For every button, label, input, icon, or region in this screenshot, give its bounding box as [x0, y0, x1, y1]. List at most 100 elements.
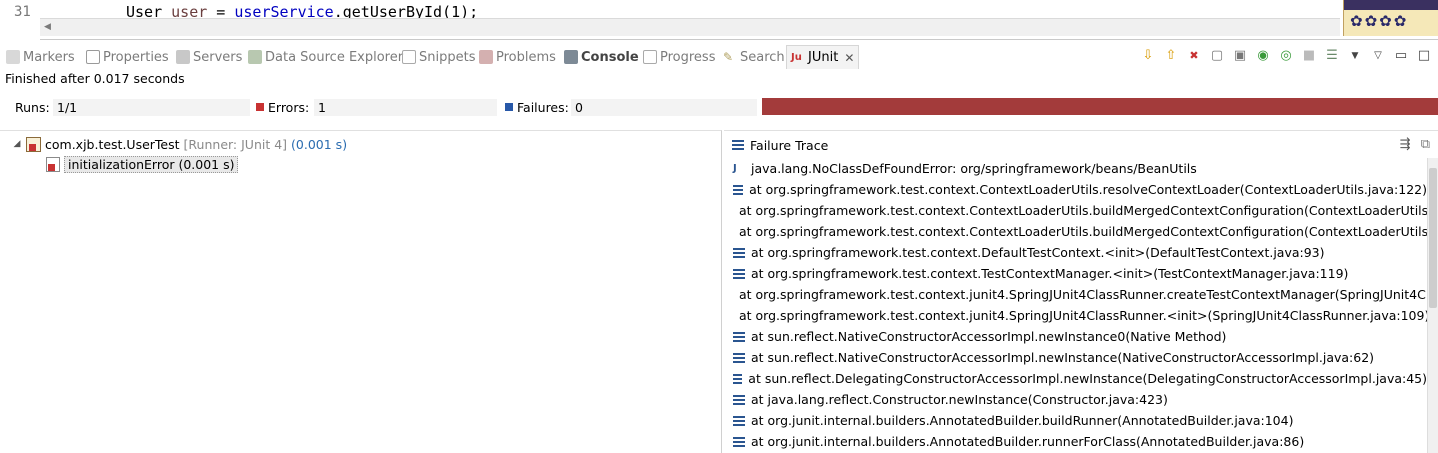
tab-console[interactable]: Console	[564, 47, 639, 67]
next-failure-icon[interactable]: ⇩	[1140, 48, 1156, 64]
failures-label: Failures:	[517, 100, 569, 115]
suite-time: (0.001 s)	[291, 136, 348, 152]
test-tree-pane: ◢ com.xjb.test.UserTest [Runner: JUnit 4…	[0, 130, 722, 453]
trace-frame-row[interactable]: at org.springframework.test.context.Cont…	[724, 221, 1427, 242]
history-icon[interactable]: ☰	[1324, 48, 1340, 64]
runs-value: 1/1	[53, 99, 250, 116]
trace-line-text: at org.junit.internal.builders.Annotated…	[751, 413, 1294, 428]
failure-trace-title: Failure Trace	[750, 137, 829, 153]
minimize-icon[interactable]: ▭	[1393, 48, 1409, 64]
console-icon	[564, 50, 578, 64]
trace-line-text: at org.springframework.test.context.Cont…	[739, 203, 1427, 218]
tab-label: Servers	[193, 49, 243, 65]
tab-progress[interactable]: Progress	[643, 47, 715, 67]
trace-toolbar: ⇶ ⧉	[1400, 137, 1430, 152]
junit-icon: Ju	[791, 51, 802, 63]
trace-frame-row[interactable]: at org.springframework.test.context.Cont…	[724, 179, 1427, 200]
show-failures-only-icon[interactable]: ✖	[1186, 48, 1202, 64]
scroll-lock-icon[interactable]: ▢	[1209, 48, 1225, 64]
stack-frame-icon	[733, 352, 745, 363]
trace-frame-row[interactable]: at org.springframework.test.context.Cont…	[724, 200, 1427, 221]
trace-frame-row[interactable]: at sun.reflect.NativeConstructorAccessor…	[724, 347, 1427, 368]
trace-frame-row[interactable]: at org.springframework.test.context.Test…	[724, 263, 1427, 284]
progress-icon	[643, 50, 657, 64]
trace-frame-row[interactable]: at org.springframework.test.context.Defa…	[724, 242, 1427, 263]
failure-trace-pane: Failure Trace ⇶ ⧉ Jjava.lang.NoClassDefF…	[724, 130, 1438, 453]
layout-icon[interactable]: ▣	[1232, 48, 1248, 64]
scroll-left-icon[interactable]: ◀	[44, 20, 56, 34]
tree-node-test[interactable]: initializationError (0.001 s)	[46, 155, 239, 173]
rerun-failed-first-icon[interactable]: ◎	[1278, 48, 1294, 64]
trace-line-text: at org.springframework.test.context.Test…	[751, 266, 1349, 281]
trace-frame-row[interactable]: at sun.reflect.NativeConstructorAccessor…	[724, 326, 1427, 347]
trace-frame-row[interactable]: at sun.reflect.DelegatingConstructorAcce…	[724, 368, 1427, 389]
tab-markers[interactable]: Markers	[6, 47, 75, 67]
stack-frame-icon	[733, 436, 745, 447]
tab-data-source-explorer[interactable]: Data Source Explorer	[248, 47, 403, 67]
decorative-image: ✿✿✿✿	[1343, 0, 1438, 36]
tab-label: Properties	[103, 49, 169, 65]
snippets-icon	[402, 50, 416, 64]
trace-line-text: at sun.reflect.DelegatingConstructorAcce…	[748, 371, 1427, 386]
image-band	[1344, 0, 1438, 10]
stack-trace-icon	[732, 140, 744, 150]
rerun-test-icon[interactable]: ◉	[1255, 48, 1271, 64]
tab-servers[interactable]: Servers	[176, 47, 242, 67]
trace-line-text: at org.springframework.test.context.Defa…	[751, 245, 1325, 260]
exception-icon: J	[733, 163, 737, 174]
tab-problems[interactable]: Problems	[479, 47, 556, 67]
tab-properties[interactable]: Properties	[86, 47, 169, 67]
previous-failure-icon[interactable]: ⇧	[1163, 48, 1179, 64]
tab-label: Snippets	[419, 49, 476, 65]
tab-label: Search	[740, 49, 785, 65]
trace-list: Jjava.lang.NoClassDefFoundError: org/spr…	[724, 158, 1427, 453]
close-icon[interactable]: ✕	[844, 51, 854, 65]
search-icon: ✎	[723, 50, 734, 64]
tab-junit[interactable]: Ju JUnit ✕	[786, 45, 860, 69]
editor-gutter: 31	[0, 0, 40, 40]
trace-line-text: at org.springframework.test.context.juni…	[739, 308, 1427, 323]
tab-label: Progress	[660, 49, 716, 65]
history-dropdown-icon[interactable]: ▼	[1347, 48, 1363, 64]
editor-horizontal-scrollbar[interactable]: ◀	[40, 18, 1340, 36]
progress-bar	[762, 98, 1438, 115]
view-menu-icon[interactable]: ▽	[1370, 48, 1386, 64]
tab-label: Data Source Explorer	[265, 49, 404, 65]
failure-trace-header: Failure Trace	[732, 136, 828, 154]
stop-icon[interactable]: ■	[1301, 48, 1317, 64]
test-suite-error-icon	[26, 136, 41, 152]
trace-frame-row[interactable]: at org.springframework.test.context.juni…	[724, 305, 1427, 326]
stack-frame-icon	[733, 184, 744, 195]
trace-frame-row[interactable]: at java.lang.reflect.Constructor.newInst…	[724, 389, 1427, 410]
trace-frame-row[interactable]: at org.springframework.test.context.juni…	[724, 284, 1427, 305]
trace-line-text: at org.junit.internal.builders.Annotated…	[751, 434, 1305, 449]
failures-value: 0	[571, 99, 757, 116]
scroll-thumb[interactable]	[1429, 168, 1437, 308]
maximize-icon[interactable]: □	[1416, 48, 1432, 64]
errors-label: Errors:	[268, 100, 310, 115]
stack-frame-icon	[733, 373, 743, 384]
trace-line-text: at org.springframework.test.context.Cont…	[739, 224, 1427, 239]
stack-frame-icon	[733, 268, 745, 279]
trace-vertical-scrollbar[interactable]	[1427, 158, 1438, 453]
filter-stack-icon[interactable]: ⇶	[1400, 137, 1411, 152]
collapse-icon[interactable]: ◢	[12, 139, 22, 149]
test-error-icon	[46, 156, 60, 172]
tree-node-suite[interactable]: ◢ com.xjb.test.UserTest [Runner: JUnit 4…	[12, 135, 347, 153]
trace-frame-row[interactable]: at org.junit.internal.builders.Annotated…	[724, 431, 1427, 452]
properties-icon	[86, 50, 100, 64]
trace-frame-row[interactable]: at org.junit.internal.builders.Annotated…	[724, 410, 1427, 431]
tab-snippets[interactable]: Snippets	[402, 47, 475, 67]
trace-exception-row[interactable]: Jjava.lang.NoClassDefFoundError: org/spr…	[724, 158, 1427, 179]
test-name: initializationError (0.001 s)	[64, 155, 239, 173]
stack-frame-icon	[733, 331, 745, 342]
tab-search[interactable]: ✎ Search	[723, 47, 785, 67]
trace-line-text: at org.springframework.test.context.juni…	[739, 287, 1427, 302]
stack-frame-icon	[733, 415, 745, 426]
errors-value: 1	[314, 99, 497, 116]
compare-result-icon[interactable]: ⧉	[1421, 137, 1430, 152]
suite-name: com.xjb.test.UserTest	[45, 136, 180, 152]
editor-strip: 31 User user = userService.getUserById(1…	[0, 0, 1438, 40]
tab-label: Console	[581, 49, 639, 65]
trace-line-text: at sun.reflect.NativeConstructorAccessor…	[751, 350, 1375, 365]
